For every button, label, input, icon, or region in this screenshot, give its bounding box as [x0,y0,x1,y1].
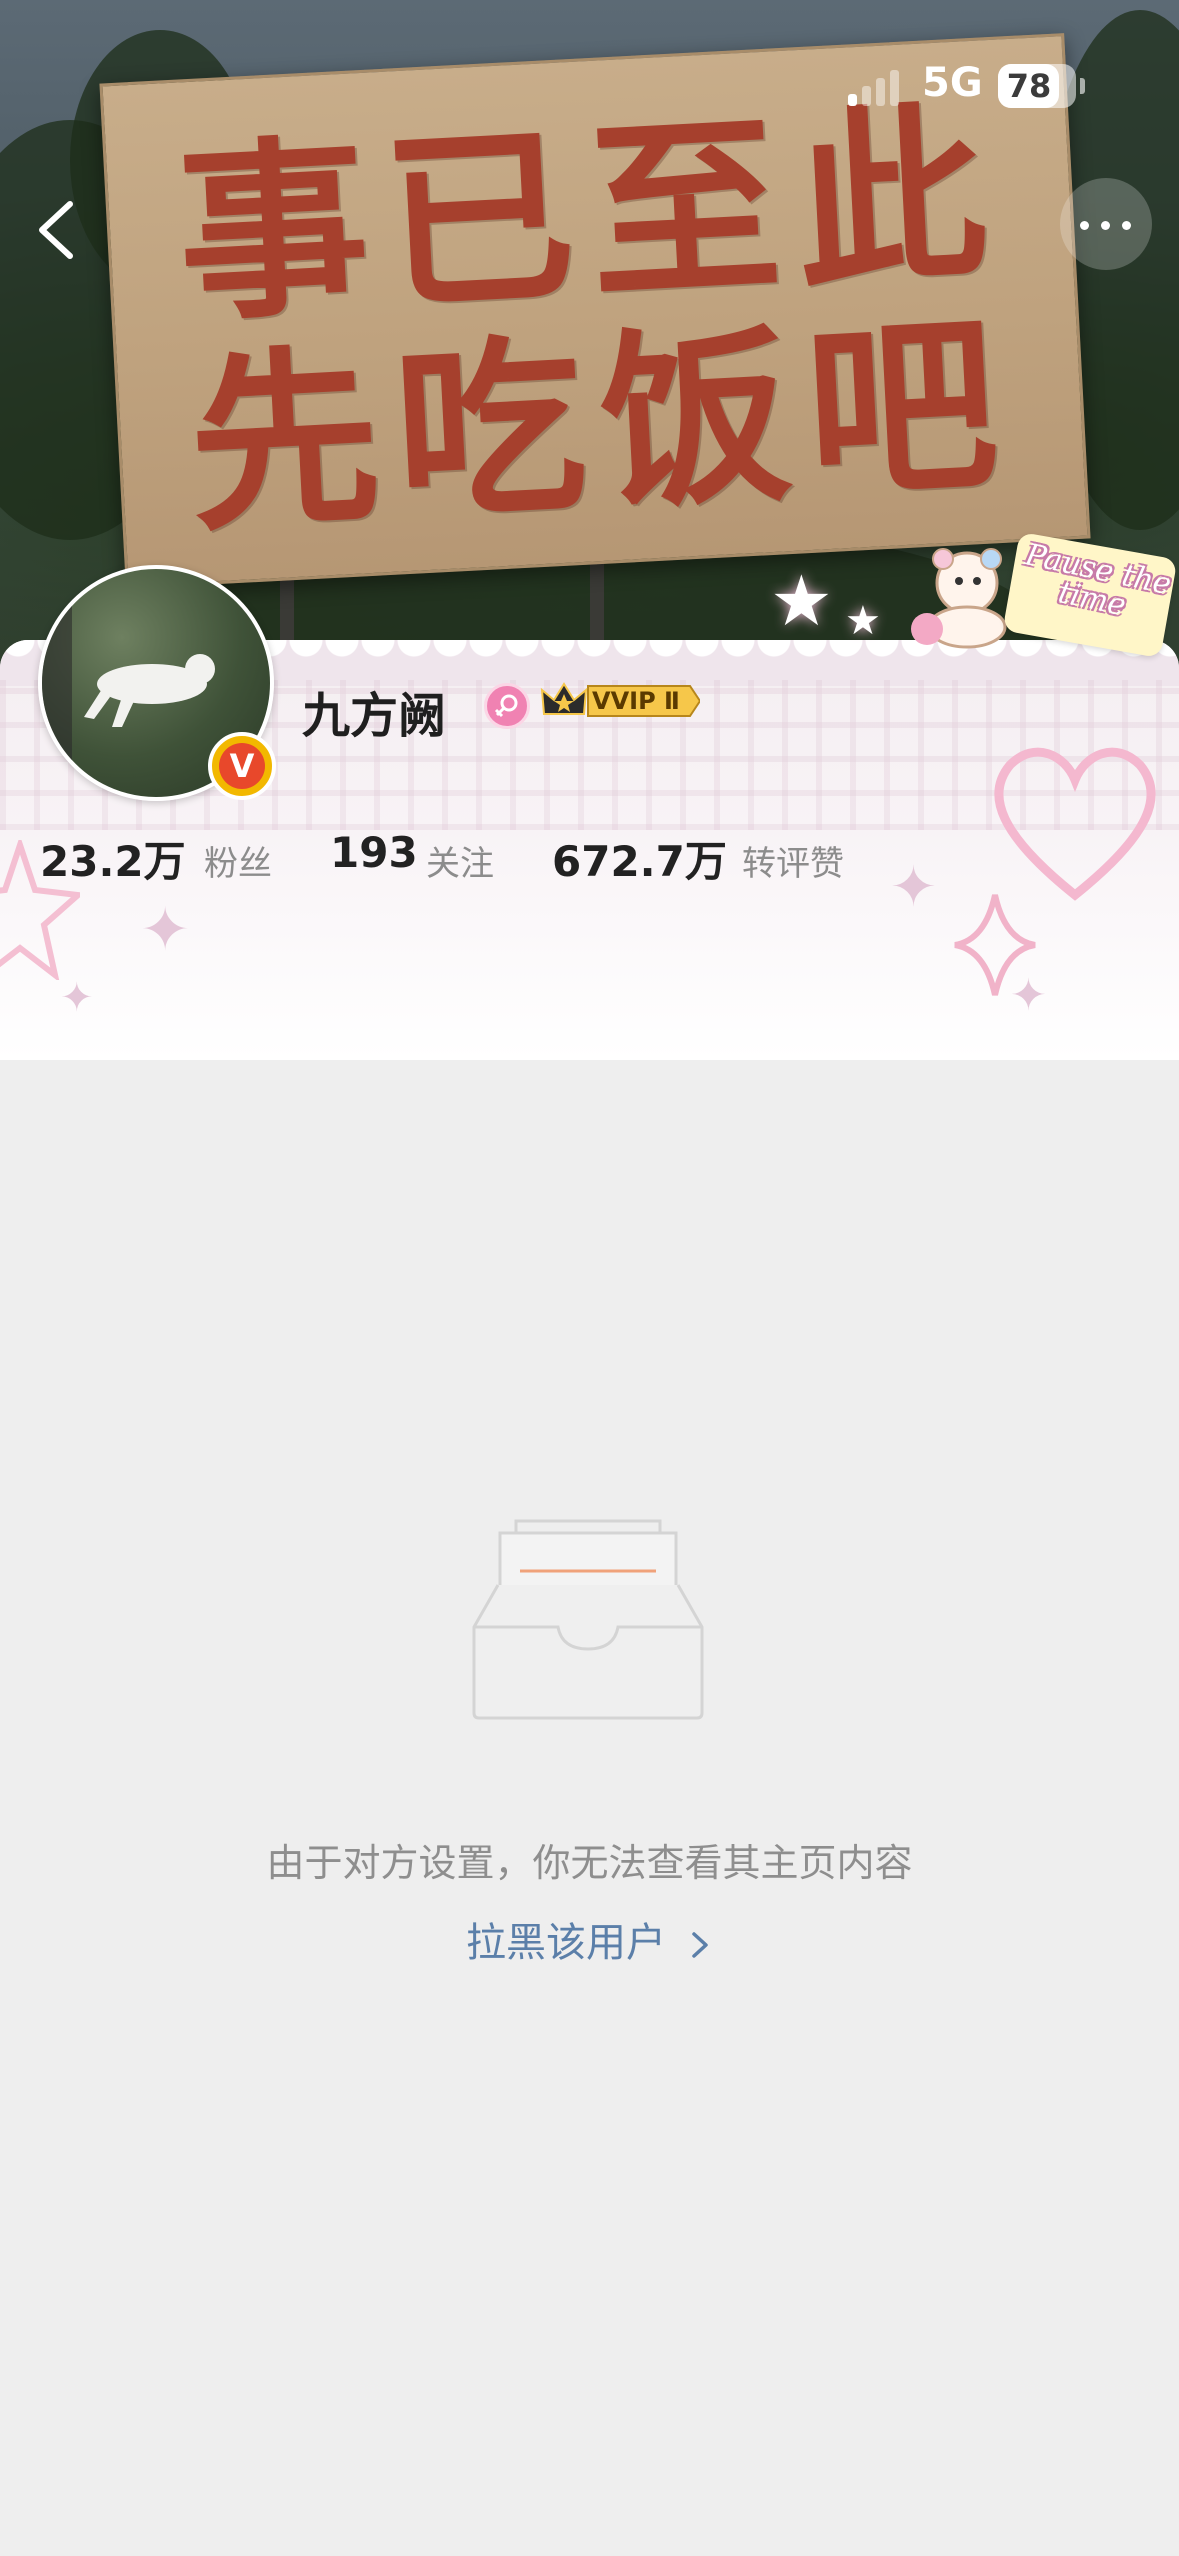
female-icon [484,683,530,729]
username: 九方阙 [302,688,447,744]
profile-stats: 23.2万 粉丝 193 关注 672.7万 转评赞 [40,828,1140,888]
cat-photo [84,654,215,727]
vvip-label: VVIP Ⅱ [592,687,680,715]
verified-badge: V [208,732,276,800]
network-type: 5G [922,60,983,106]
sign-line-2: 先吃饭吧 [183,293,1019,558]
following-label[interactable]: 关注 [426,836,494,885]
battery-icon: 78 [998,64,1076,108]
cellular-signal-icon [848,68,906,106]
empty-box-icon [472,1519,704,1720]
battery-level: 78 [1006,67,1052,105]
verified-v-icon: V [219,743,265,789]
sparkle-star-icon: ★ [845,598,881,644]
chevron-left-icon [39,201,73,259]
bear-sticker-icon [911,548,1007,649]
sparkle-star-icon: ★ [770,560,833,642]
sparkle-icon: ✦ [60,975,94,1021]
block-user-link[interactable]: 拉黑该用户 [466,1915,666,1971]
interactions-label[interactable]: 转评赞 [742,836,844,885]
sparkle-icon: ✦ [1010,970,1047,1021]
back-button[interactable] [28,190,88,270]
more-button[interactable] [1060,178,1152,270]
following-count[interactable]: 193 [330,828,418,877]
sparkle-icon: ✦ [140,895,191,965]
restricted-message: 由于对方设置，你无法查看其主页内容 [266,1841,913,1885]
fans-count[interactable]: 23.2万 [40,828,186,889]
banner-sign: 事已至此 先吃饭吧 [99,33,1091,589]
interactions-count[interactable]: 672.7万 [552,828,727,889]
battery-tip [1080,78,1085,94]
chevron-right-icon[interactable] [688,1930,712,1960]
fans-label[interactable]: 粉丝 [204,836,272,885]
